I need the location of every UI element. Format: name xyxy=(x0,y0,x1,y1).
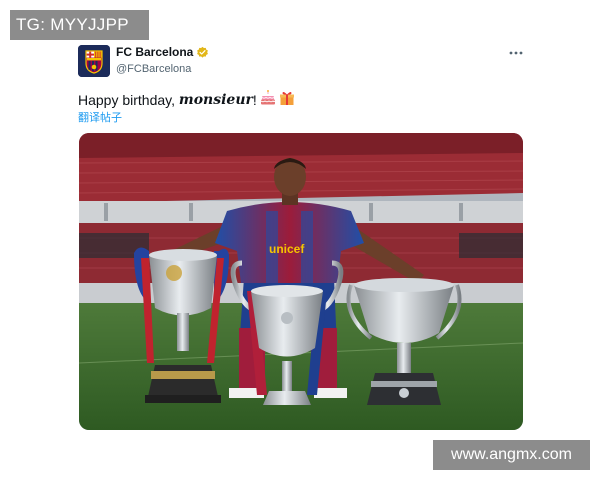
tweet-text-end: ! xyxy=(252,91,257,108)
fc-barcelona-crest-icon xyxy=(78,45,110,77)
account-handle[interactable]: @FCBarcelona xyxy=(116,63,191,75)
tweet-text-start: Happy birthday, xyxy=(78,91,179,108)
tweet-text-emphasis: monsieur xyxy=(178,91,253,108)
avatar[interactable] xyxy=(78,45,110,77)
account-name-row[interactable]: FC Barcelona xyxy=(116,45,209,59)
birthday-cake-icon xyxy=(260,89,276,109)
translate-post-link[interactable]: 翻译帖子 xyxy=(78,109,122,125)
more-options-icon[interactable] xyxy=(508,46,524,60)
jersey-sponsor-label: unicef xyxy=(269,242,305,256)
display-name[interactable]: FC Barcelona xyxy=(116,45,193,59)
gift-icon xyxy=(279,90,295,109)
tweet-photo[interactable]: unicef xyxy=(79,133,523,430)
player-with-trophies-image: unicef xyxy=(79,133,523,430)
gold-verified-badge-icon xyxy=(197,46,209,58)
watermark-bottom-label: www.angmx.com xyxy=(433,440,590,470)
watermark-top-label: TG: MYYJJPP xyxy=(10,10,149,40)
tweet-text: Happy birthday, monsieur ! xyxy=(78,89,295,109)
